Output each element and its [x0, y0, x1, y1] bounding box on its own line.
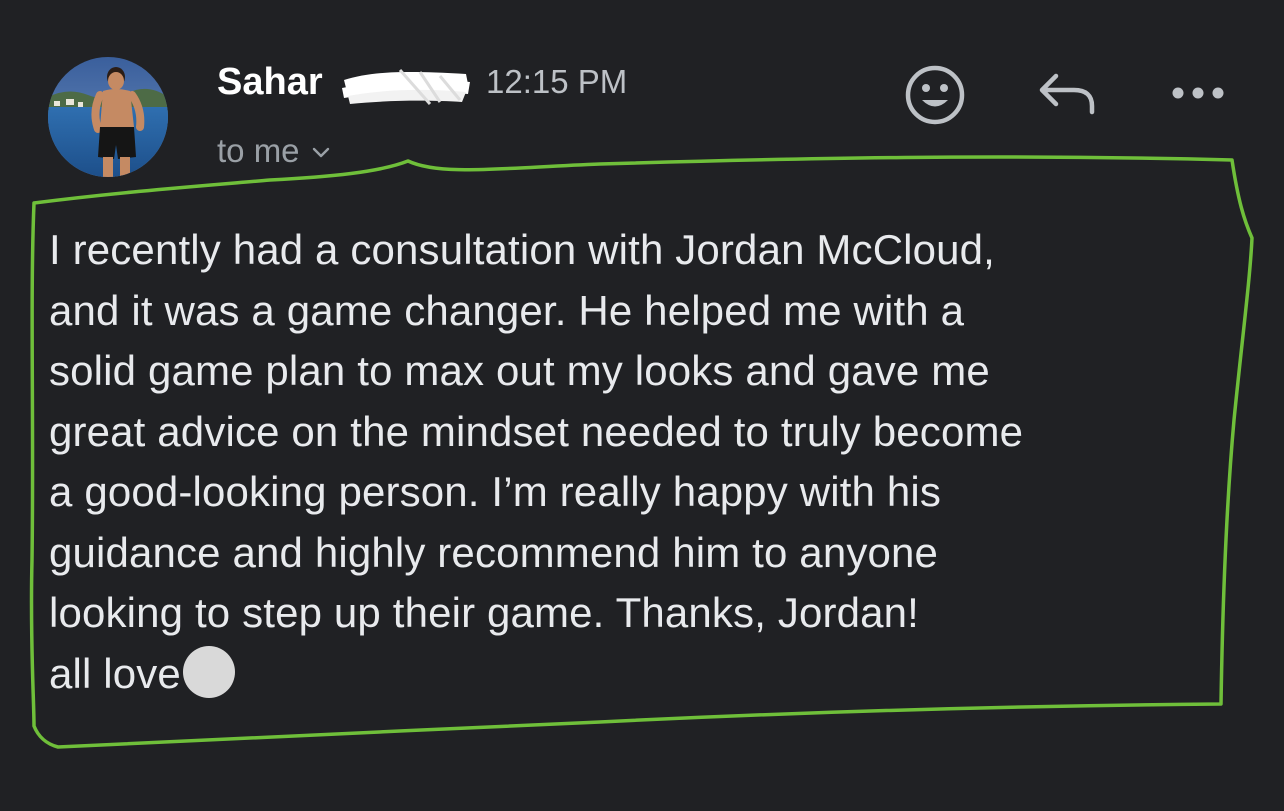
message-line: a good-looking person. I’m really happy …	[49, 468, 942, 515]
smiley-face-icon	[905, 65, 965, 125]
sender-name[interactable]: Sahar	[217, 60, 323, 104]
more-horizontal-icon	[1172, 87, 1224, 99]
message-signoff-line: all love	[49, 644, 1219, 705]
redaction-scribble	[342, 69, 470, 105]
more-options-button[interactable]	[1168, 76, 1228, 110]
recipient-details-toggle[interactable]: to me	[217, 131, 330, 171]
reply-button[interactable]	[1036, 70, 1100, 118]
reply-arrow-icon	[1039, 73, 1095, 115]
message-body: I recently had a consultation with Jorda…	[49, 220, 1219, 704]
message-line: and it was a game changer. He helped me …	[49, 286, 965, 334]
chevron-down-icon	[312, 147, 329, 158]
message-line: I recently had a consultation with Jorda…	[49, 226, 995, 273]
recipient-label: to me	[217, 132, 300, 169]
message-line: solid game plan to max out my looks and …	[49, 347, 990, 394]
message-line: guidance and highly recommend him to any…	[49, 528, 939, 576]
sender-avatar[interactable]	[48, 57, 168, 177]
redacted-emoji-circle	[182, 645, 235, 698]
add-reaction-button[interactable]	[903, 63, 967, 127]
message-timestamp: 12:15 PM	[486, 63, 628, 100]
avatar-photo	[48, 57, 168, 177]
email-message-view: Sahar 12:15 PM to me I recently had a co…	[0, 0, 1284, 811]
message-signoff: all love	[49, 649, 181, 697]
message-line: looking to step up their game. Thanks, J…	[49, 589, 919, 636]
message-line: great advice on the mindset needed to tr…	[49, 407, 1024, 455]
